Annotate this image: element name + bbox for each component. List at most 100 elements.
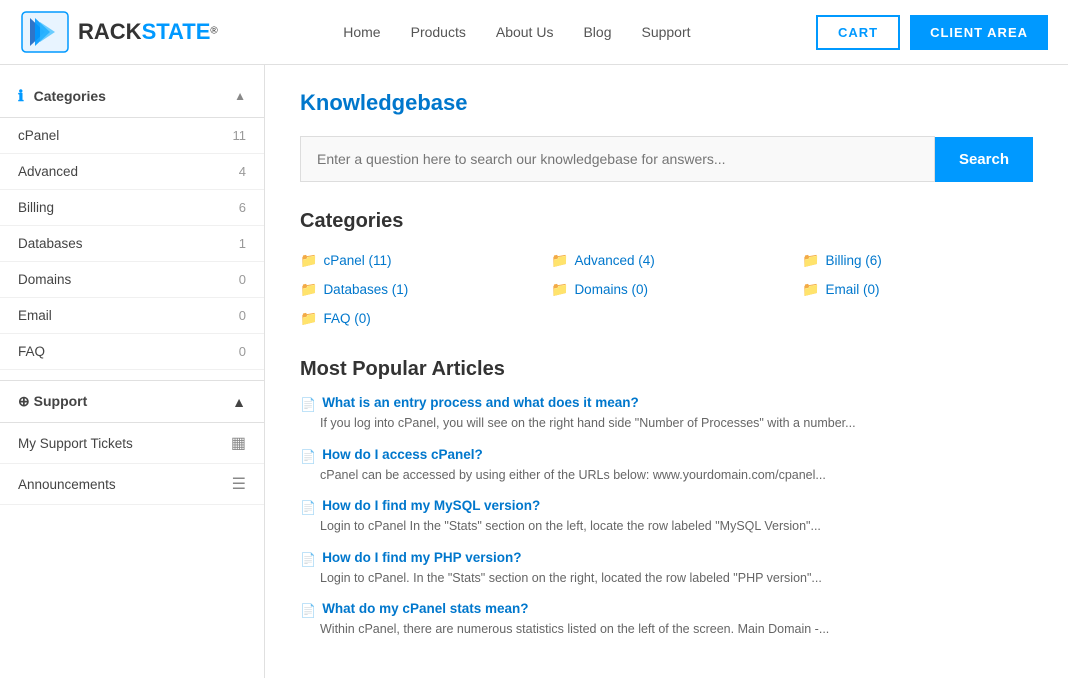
category-databases[interactable]: 📁 Databases (1)	[300, 278, 531, 301]
sidebar-item-email-label: Email	[18, 308, 52, 323]
categories-label: Categories	[34, 88, 106, 104]
folder-icon: 📁	[802, 281, 819, 298]
nav-home[interactable]: Home	[343, 24, 380, 40]
logo-reg: ®	[210, 25, 217, 36]
category-advanced[interactable]: 📁 Advanced (4)	[551, 249, 782, 272]
main-content: Knowledgebase Search Categories 📁 cPanel…	[265, 65, 1068, 678]
article-1-title: How do I access cPanel?	[322, 447, 483, 462]
document-icon: 📄	[300, 552, 316, 568]
announcements-label: Announcements	[18, 477, 116, 492]
folder-icon: 📁	[300, 252, 317, 269]
folder-icon: 📁	[551, 252, 568, 269]
nav-support[interactable]: Support	[641, 24, 690, 40]
folder-icon: 📁	[300, 310, 317, 327]
article-0-link[interactable]: 📄 What is an entry process and what does…	[300, 395, 1033, 413]
article-3-desc: Login to cPanel. In the "Stats" section …	[300, 570, 1033, 588]
nav-about[interactable]: About Us	[496, 24, 554, 40]
category-faq[interactable]: 📁 FAQ (0)	[300, 307, 531, 330]
sidebar-categories-section: ℹ Categories ▲ cPanel 11 Advanced 4 Bill…	[0, 75, 264, 370]
article-2: 📄 How do I find my MySQL version? Login …	[300, 498, 1033, 536]
category-domains-label: Domains (0)	[574, 282, 648, 297]
article-3: 📄 How do I find my PHP version? Login to…	[300, 550, 1033, 588]
logo[interactable]: RACKSTATE®	[20, 10, 218, 54]
category-advanced-label: Advanced (4)	[574, 253, 654, 268]
category-billing-label: Billing (6)	[825, 253, 881, 268]
article-2-title: How do I find my MySQL version?	[322, 498, 540, 513]
sidebar-categories-header: ℹ Categories ▲	[0, 75, 264, 118]
sidebar-item-advanced-label: Advanced	[18, 164, 78, 179]
sidebar-item-databases-count: 1	[239, 236, 246, 251]
support-tickets-label: My Support Tickets	[18, 436, 133, 451]
category-faq-label: FAQ (0)	[323, 311, 370, 326]
article-4: 📄 What do my cPanel stats mean? Within c…	[300, 601, 1033, 639]
nav-products[interactable]: Products	[411, 24, 466, 40]
sidebar-item-billing-count: 6	[239, 200, 246, 215]
category-email[interactable]: 📁 Email (0)	[802, 278, 1033, 301]
categories-heading: Categories	[300, 210, 1033, 233]
info-icon: ℹ	[18, 88, 24, 105]
cart-button[interactable]: CART	[816, 15, 900, 50]
sidebar-item-databases-label: Databases	[18, 236, 83, 251]
support-label: Support	[34, 393, 88, 409]
sidebar-item-email[interactable]: Email 0	[0, 298, 264, 334]
sidebar-item-advanced[interactable]: Advanced 4	[0, 154, 264, 190]
main-nav: Home Products About Us Blog Support	[343, 24, 690, 40]
article-0: 📄 What is an entry process and what does…	[300, 395, 1033, 433]
article-3-title: How do I find my PHP version?	[322, 550, 521, 565]
categories-grid: 📁 cPanel (11) 📁 Advanced (4) 📁 Billing (…	[300, 249, 1033, 330]
category-domains[interactable]: 📁 Domains (0)	[551, 278, 782, 301]
sidebar-support-header: ⊕ Support ▲	[0, 380, 264, 423]
article-4-link[interactable]: 📄 What do my cPanel stats mean?	[300, 601, 1033, 619]
sidebar-item-billing[interactable]: Billing 6	[0, 190, 264, 226]
sidebar-item-databases[interactable]: Databases 1	[0, 226, 264, 262]
document-icon: 📄	[300, 603, 316, 619]
folder-icon: 📁	[802, 252, 819, 269]
category-databases-label: Databases (1)	[323, 282, 408, 297]
sidebar: ℹ Categories ▲ cPanel 11 Advanced 4 Bill…	[0, 65, 265, 678]
page-title: Knowledgebase	[300, 90, 1033, 116]
article-1-desc: cPanel can be accessed by using either o…	[300, 467, 1033, 485]
sidebar-item-domains[interactable]: Domains 0	[0, 262, 264, 298]
sidebar-item-domains-count: 0	[239, 272, 246, 287]
folder-icon: 📁	[551, 281, 568, 298]
sidebar-item-support-tickets[interactable]: My Support Tickets ▦	[0, 423, 264, 464]
category-cpanel[interactable]: 📁 cPanel (11)	[300, 249, 531, 272]
sidebar-item-cpanel[interactable]: cPanel 11	[0, 118, 264, 154]
category-email-label: Email (0)	[825, 282, 879, 297]
search-button[interactable]: Search	[935, 137, 1033, 182]
article-2-link[interactable]: 📄 How do I find my MySQL version?	[300, 498, 1033, 516]
list-icon: ☰	[232, 474, 246, 494]
sidebar-item-announcements[interactable]: Announcements ☰	[0, 464, 264, 505]
logo-state: STATE	[142, 19, 211, 44]
article-1-link[interactable]: 📄 How do I access cPanel?	[300, 447, 1033, 465]
support-chevron-up-icon: ▲	[232, 394, 246, 410]
grid-icon: ▦	[231, 433, 246, 453]
sidebar-item-billing-label: Billing	[18, 200, 54, 215]
document-icon: 📄	[300, 500, 316, 516]
chevron-up-icon: ▲	[234, 89, 246, 103]
sidebar-support-section: ⊕ Support ▲ My Support Tickets ▦ Announc…	[0, 380, 264, 505]
sidebar-item-domains-label: Domains	[18, 272, 71, 287]
client-area-button[interactable]: CLIENT AREA	[910, 15, 1048, 50]
sidebar-item-email-count: 0	[239, 308, 246, 323]
article-3-link[interactable]: 📄 How do I find my PHP version?	[300, 550, 1033, 568]
sidebar-item-cpanel-count: 11	[233, 128, 247, 143]
sidebar-item-faq[interactable]: FAQ 0	[0, 334, 264, 370]
category-cpanel-label: cPanel (11)	[323, 253, 391, 268]
header-buttons: CART CLIENT AREA	[816, 15, 1048, 50]
nav-blog[interactable]: Blog	[583, 24, 611, 40]
category-billing[interactable]: 📁 Billing (6)	[802, 249, 1033, 272]
search-input[interactable]	[300, 136, 935, 182]
header: RACKSTATE® Home Products About Us Blog S…	[0, 0, 1068, 65]
page-layout: ℹ Categories ▲ cPanel 11 Advanced 4 Bill…	[0, 65, 1068, 678]
sidebar-item-cpanel-label: cPanel	[18, 128, 59, 143]
sidebar-item-advanced-count: 4	[239, 164, 246, 179]
logo-rack: RACK	[78, 19, 142, 44]
article-4-desc: Within cPanel, there are numerous statis…	[300, 621, 1033, 639]
globe-icon: ⊕	[18, 393, 30, 409]
article-2-desc: Login to cPanel In the "Stats" section o…	[300, 518, 1033, 536]
sidebar-item-faq-label: FAQ	[18, 344, 45, 359]
article-4-title: What do my cPanel stats mean?	[322, 601, 528, 616]
folder-icon: 📁	[300, 281, 317, 298]
popular-articles-heading: Most Popular Articles	[300, 358, 1033, 381]
